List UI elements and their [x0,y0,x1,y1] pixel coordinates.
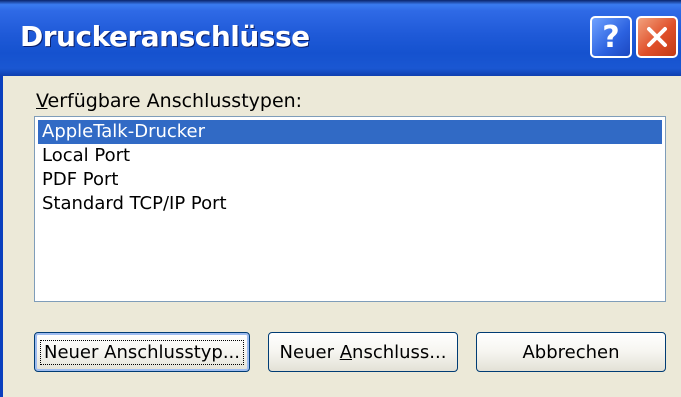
new-port-label-prefix: Neuer [279,341,340,363]
list-item[interactable]: PDF Port [38,168,118,192]
new-port-accesskey: A [339,341,353,363]
port-types-listbox[interactable]: AppleTalk-Drucker Local Port PDF Port St… [34,116,666,302]
new-port-type-label: Neuer Anschlusstyp... [39,339,244,365]
window-title: Druckeranschlüsse [20,20,310,53]
close-icon [647,27,667,47]
new-port-label: Neuer Anschluss... [280,342,447,363]
close-button[interactable] [636,16,678,58]
list-item[interactable]: Standard TCP/IP Port [38,192,227,216]
help-button[interactable]: ? [590,16,632,58]
list-item[interactable]: Local Port [38,144,130,168]
label-text: erfügbare Anschlusstypen: [47,90,303,112]
new-port-type-button[interactable]: Neuer Anschlusstyp... [34,332,250,372]
help-icon: ? [602,19,620,55]
list-item[interactable]: AppleTalk-Drucker [38,120,662,144]
title-bar[interactable]: Druckeranschlüsse ? [0,0,681,76]
label-accesskey: V [36,90,48,112]
window-border [0,76,3,397]
new-port-button[interactable]: Neuer Anschluss... [268,332,458,372]
port-types-label: Verfügbare Anschlusstypen: [36,90,302,112]
cancel-label: Abbrechen [522,341,620,363]
dialog-window: Druckeranschlüsse ? Verfügbare Anschluss… [0,0,681,397]
new-port-label-suffix: nschluss... [352,341,447,363]
cancel-button[interactable]: Abbrechen [476,332,666,372]
